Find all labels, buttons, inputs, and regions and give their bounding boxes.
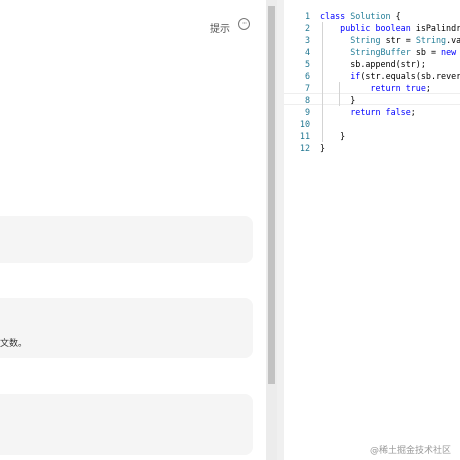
code-token: isPalindrome [415, 23, 460, 33]
code-text: sb.append(str); [320, 58, 426, 70]
code-token: return false [350, 107, 411, 117]
line-number: 3 [304, 35, 310, 45]
hint-button[interactable]: 提示 [210, 20, 230, 35]
code-line[interactable]: 1 class Solution { [284, 10, 460, 22]
code-text: } [320, 94, 355, 106]
code-line[interactable]: 11 } [284, 130, 460, 142]
code-token: (str.equals(sb.reverse [360, 71, 460, 81]
line-number: 7 [304, 83, 310, 93]
code-line[interactable]: 6 if(str.equals(sb.reverse [284, 70, 460, 82]
example-card [0, 216, 253, 263]
line-number: 2 [304, 23, 310, 33]
line-number: 4 [304, 47, 310, 57]
code-line[interactable]: 5 sb.append(str); [284, 58, 460, 70]
code-token: public boolean [340, 23, 411, 33]
code-text: } [320, 130, 345, 142]
code-token: sb = [410, 47, 442, 57]
code-line[interactable]: 3 String str = String.valu [284, 34, 460, 46]
line-number: 9 [304, 107, 310, 117]
code-text: if(str.equals(sb.reverse [320, 70, 460, 82]
code-line[interactable]: 9 return false; [284, 106, 460, 118]
code-text: String str = String.valu [320, 34, 460, 46]
line-number: 10 [299, 119, 310, 129]
code-line[interactable]: 4 StringBuffer sb = new St [284, 46, 460, 58]
code-token: } [320, 143, 326, 153]
code-token: String [350, 35, 381, 45]
code-text: class Solution { [320, 10, 401, 22]
line-number: 12 [299, 143, 310, 153]
code-line[interactable]: 12} [284, 142, 460, 154]
code-token: StringBuffer [350, 47, 411, 57]
example-card: 文数。 [0, 298, 253, 358]
code-text: return true; [320, 82, 431, 94]
example-card [0, 394, 253, 455]
code-line[interactable]: 8 } [284, 94, 460, 106]
code-token: return true [370, 83, 426, 93]
problem-text-fragment: 文数。 [0, 339, 28, 349]
code-text: return false; [320, 106, 416, 118]
line-number: 8 [304, 95, 310, 105]
code-token: } [320, 95, 356, 105]
problem-panel: 提示 ··· 文数。 [0, 0, 266, 460]
code-line[interactable]: 2 public boolean isPalindrome [284, 22, 460, 34]
code-token: if [350, 71, 361, 81]
code-text: public boolean isPalindrome [320, 22, 460, 34]
code-token: { [390, 11, 401, 21]
watermark: @稀土掘金技术社区 [370, 446, 452, 456]
line-number: 11 [299, 131, 310, 141]
code-token: ; [410, 107, 416, 117]
code-line[interactable]: 10 [284, 118, 460, 130]
line-number: 6 [304, 71, 310, 81]
code-token: } [320, 131, 346, 141]
code-text: } [320, 142, 325, 154]
code-line[interactable]: 7 return true; [284, 82, 460, 94]
code-token: new [441, 47, 457, 57]
line-number: 5 [304, 59, 310, 69]
code-token: sb.append(str); [320, 59, 426, 69]
code-token: String [415, 35, 447, 45]
more-options-icon[interactable]: ··· [238, 18, 250, 30]
code-token: Solution [350, 11, 391, 21]
code-editor[interactable]: 1 class Solution {2 public boolean isPali… [284, 0, 460, 460]
code-token: ; [425, 83, 431, 93]
code-token: str = [380, 35, 416, 45]
code-token: .valu [446, 35, 460, 45]
scrollbar-thumb[interactable] [268, 6, 275, 384]
code-text: StringBuffer sb = new St [320, 46, 460, 58]
line-number: 1 [304, 11, 310, 21]
code-token: class [320, 11, 346, 21]
